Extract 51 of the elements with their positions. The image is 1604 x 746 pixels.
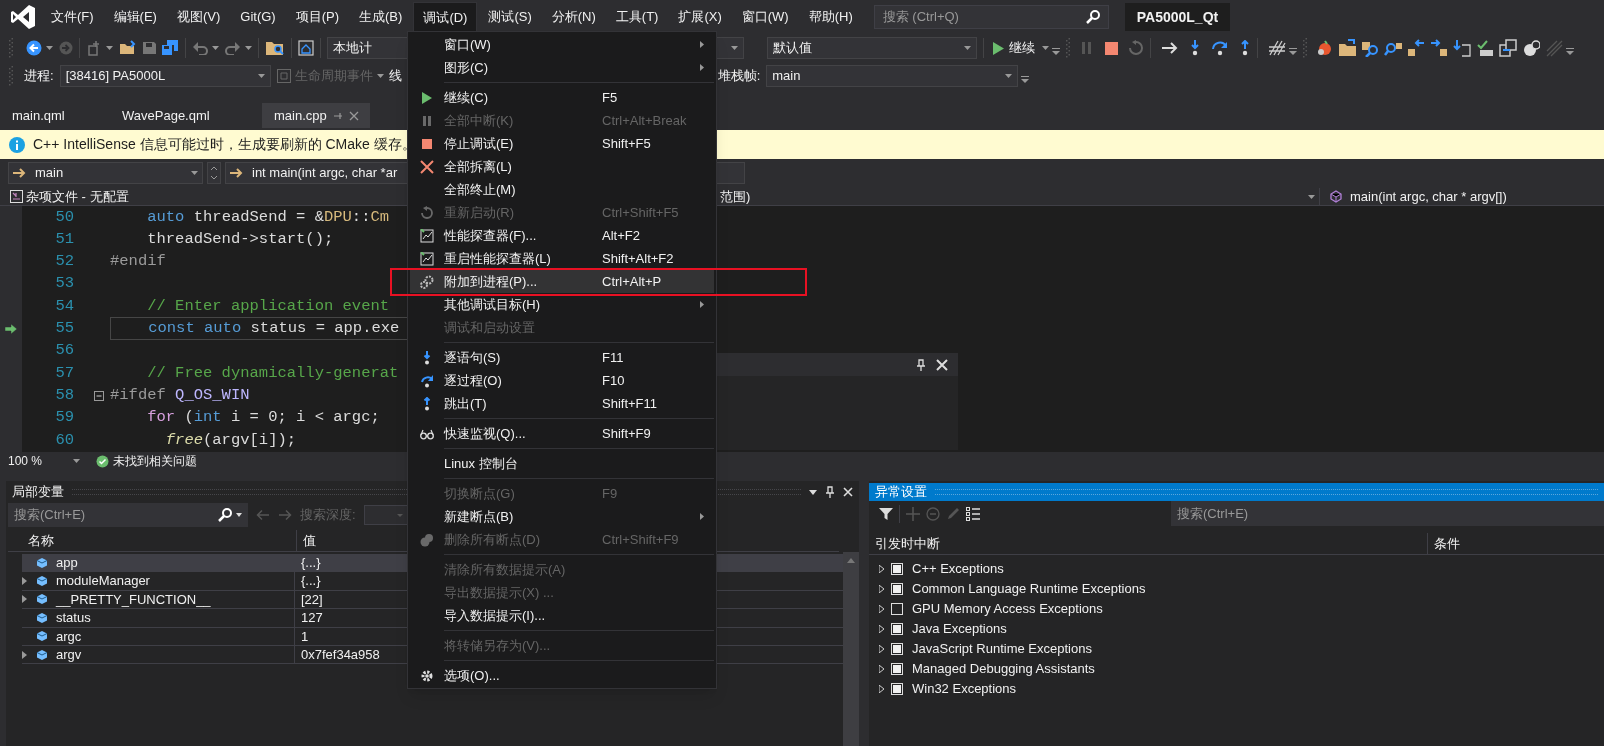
line-number: 55 <box>55 318 74 339</box>
line-number: 56 <box>55 340 74 362</box>
exception-label: Win32 Exceptions <box>912 680 1017 699</box>
panel-title: 局部变量 <box>12 483 64 502</box>
line-number: 50 <box>55 206 74 228</box>
line-number: 53 <box>55 273 74 295</box>
info-message: C++ IntelliSense 信息可能过时，生成要刷新的 CMake 缓存。 <box>33 135 416 154</box>
exception-label: Java Exceptions <box>912 620 1007 639</box>
code-line: // Free dynamically-generat <box>146 362 399 384</box>
code-line: free(argv[i]); <box>164 429 297 451</box>
code-line: #ifdef Q_OS_WIN <box>110 384 250 406</box>
variable-value: 0x7fef34a958 <box>300 645 380 664</box>
exception-label: Managed Debugging Assistants <box>912 660 1095 679</box>
line-number: 59 <box>55 407 74 429</box>
variable-name: status <box>56 609 91 628</box>
line-number: 51 <box>55 228 74 250</box>
variable-name: argc <box>56 627 82 646</box>
exception-label: Common Language Runtime Exceptions <box>912 580 1146 599</box>
variable-name: argv <box>56 645 82 664</box>
column-header: 引发时中断 <box>869 533 1428 554</box>
code-line: // Enter application event <box>146 295 390 317</box>
column-header: 名称 <box>8 530 297 551</box>
line-number: 57 <box>55 362 74 384</box>
variable-value: 127 <box>300 609 323 628</box>
code-line: auto threadSend = &DPU::Cm <box>146 206 390 228</box>
code-line: const auto status = app.exe <box>147 318 400 339</box>
line-number: 60 <box>55 429 74 451</box>
line-number: 54 <box>55 295 74 317</box>
variable-value: 1 <box>300 627 309 646</box>
stack-frame-label: 堆栈帧: <box>717 67 761 86</box>
variable-value: {...} <box>300 553 321 572</box>
process-label: 进程: <box>24 67 54 86</box>
panel-title: 异常设置 <box>875 483 927 502</box>
line-number: 52 <box>55 251 74 273</box>
variable-value: {...} <box>300 572 321 591</box>
exception-label: JavaScript Runtime Exceptions <box>912 640 1092 659</box>
exception-label: C++ Exceptions <box>912 560 1004 579</box>
solution-name: PA5000L_Qt <box>1124 3 1231 31</box>
variable-name: __PRETTY_FUNCTION__ <box>56 590 211 609</box>
code-line: #endif <box>110 251 166 273</box>
column-header: 值 <box>302 531 316 550</box>
exception-label: GPU Memory Access Exceptions <box>912 600 1103 619</box>
code-line: threadSend->start(); <box>146 228 334 250</box>
variable-value: [22] <box>300 590 323 609</box>
line-number: 58 <box>55 384 74 406</box>
variable-name: app <box>56 553 78 572</box>
search-depth-label: 搜索深度: <box>300 506 356 525</box>
column-header: 条件 <box>1433 534 1460 553</box>
variable-name: moduleManager <box>56 572 150 591</box>
thread-label: 线 <box>388 67 402 86</box>
code-line: for (int i = 0; i < argc; <box>146 407 380 429</box>
